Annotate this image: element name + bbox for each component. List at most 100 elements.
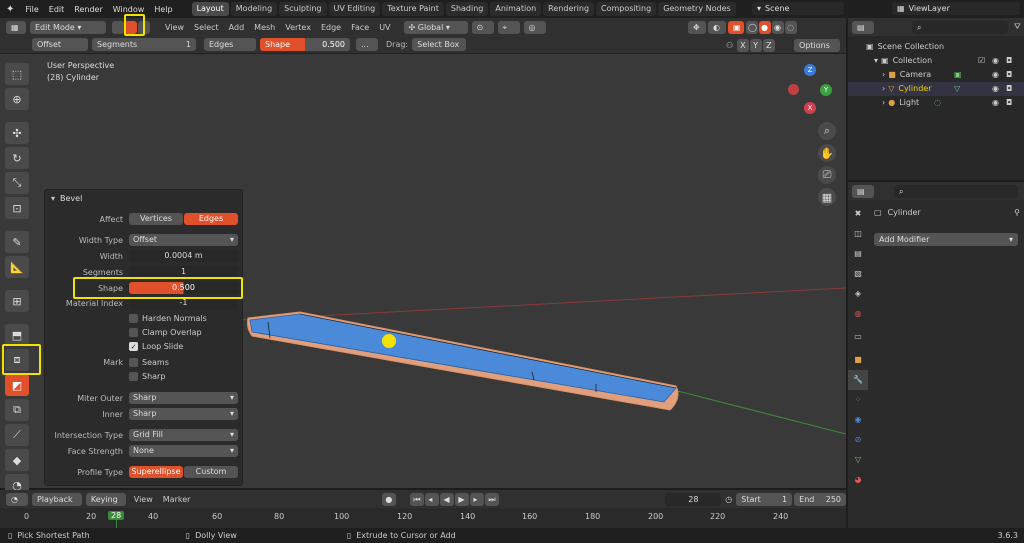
zoom-icon[interactable]: ⌕ [818,122,836,140]
expand-icon[interactable]: › [882,96,885,110]
cursor-tool-icon[interactable]: ⊕ [5,88,29,110]
profile-custom-button[interactable]: Custom [184,466,238,478]
tool-tab-icon[interactable]: ✖ [848,204,868,224]
current-frame-marker[interactable]: 28 [108,511,125,520]
axis-x-toggle[interactable]: X [737,39,750,52]
timeline-editor-type[interactable]: ◔ [6,492,28,506]
expand-icon[interactable]: › [882,82,885,96]
affect-edges-button[interactable]: Edges [184,213,238,225]
play-reverse-icon[interactable]: ◀ [440,492,455,506]
properties-editor-type[interactable]: ▤ [852,184,874,198]
solid-shading[interactable]: ● [759,21,771,34]
pin-icon[interactable]: ⚲ [1014,208,1020,217]
current-frame-field[interactable]: 28 [665,492,722,506]
menu-uv[interactable]: UV [374,23,395,32]
outliner-editor-type[interactable]: ▤ [852,20,874,34]
seams-checkbox[interactable]: Seams [129,358,169,367]
tab-uv-editing[interactable]: UV Editing [328,2,381,16]
rendered-shading[interactable]: ◌ [785,21,797,34]
inset-tool-icon[interactable]: ⧈ [5,349,29,371]
menu-edge[interactable]: Edge [316,23,346,32]
offset-type-dropdown[interactable]: Offset [32,38,88,51]
add-cube-tool-icon[interactable]: ⊞ [5,290,29,312]
eye-icon[interactable]: ◉ [992,82,999,96]
gizmo-y-axis[interactable]: X [804,102,816,114]
menu-help[interactable]: Help [149,5,177,14]
tab-animation[interactable]: Animation [490,2,542,16]
outliner-item-light[interactable]: › ● Light ◌ ◉ ◘ [848,96,1024,110]
clamp-overlap-checkbox[interactable]: Clamp Overlap [129,328,202,337]
object-tab-icon[interactable]: ■ [848,350,868,370]
knife-tool-icon[interactable]: ⟋ [5,424,29,446]
mode-dropdown[interactable]: Edit Mode ▾ [30,20,106,34]
playback-dropdown[interactable]: Playback [31,492,82,506]
outliner-search-input[interactable]: ⌕ [912,20,1008,34]
output-tab-icon[interactable]: ▤ [848,244,868,264]
camera-icon[interactable]: ◘ [1006,82,1012,96]
menu-add[interactable]: Add [224,23,250,32]
end-frame-field[interactable]: End 250 [794,492,847,506]
camera-view-icon[interactable]: ⎚ [818,166,836,184]
transform-orientation-dropdown[interactable]: ✣ Global ▾ [403,20,468,34]
more-options-button[interactable]: ... [356,38,378,51]
blender-logo-icon[interactable]: ✦ [6,4,14,15]
transform-tool-icon[interactable]: ⊡ [5,197,29,219]
play-icon[interactable]: ▶ [455,492,470,506]
menu-view[interactable]: View [160,23,189,32]
viewlayer-selector[interactable]: ▦ ViewLayer [892,2,1020,15]
loop-slide-checkbox[interactable]: ✓ Loop Slide [129,342,183,351]
miter-outer-dropdown[interactable]: Sharp ▾ [129,392,238,404]
constraints-tab-icon[interactable]: ⊘ [848,430,868,450]
tab-geometry-nodes[interactable]: Geometry Nodes [658,2,736,16]
eye-icon[interactable]: ◉ [992,68,999,82]
annotate-tool-icon[interactable]: ✎ [5,231,29,253]
tab-compositing[interactable]: Compositing [596,2,657,16]
intersection-type-dropdown[interactable]: Grid Fill ▾ [129,429,238,441]
menu-window[interactable]: Window [108,5,150,14]
add-modifier-dropdown[interactable]: Add Modifier ▾ [874,233,1018,246]
eye-icon[interactable]: ◉ [992,96,999,110]
bevel-tool-icon[interactable]: ◩ [5,374,29,396]
modifier-tab-icon[interactable]: 🔧 [848,370,868,390]
navigation-gizmo[interactable]: Z Y X [784,64,836,116]
poly-build-tool-icon[interactable]: ◆ [5,449,29,471]
properties-search-input[interactable]: ⌕ [894,184,1018,198]
collection-tab-icon[interactable]: ▭ [848,324,868,350]
extrude-tool-icon[interactable]: ⬒ [5,324,29,346]
gizmo-z-axis[interactable]: Z [804,64,816,76]
view-layer-tab-icon[interactable]: ▧ [848,264,868,284]
editor-type-button[interactable]: ▦ [6,20,26,34]
prev-keyframe-icon[interactable]: ◂ [425,492,440,506]
scene-collection-row[interactable]: ▣ Scene Collection [848,40,1024,54]
grid-icon[interactable]: ▦ [818,188,836,206]
timeline-menu-view[interactable]: View [134,495,153,504]
eye-icon[interactable]: ◉ [992,54,999,68]
sharp-checkbox[interactable]: Sharp [129,372,165,381]
menu-face[interactable]: Face [346,23,374,32]
pivot-dropdown[interactable]: ⊙ [471,20,494,34]
measure-tool-icon[interactable]: 📐 [5,256,29,278]
scene-tab-icon[interactable]: ◈ [848,284,868,304]
wireframe-shading[interactable]: ◯ [746,21,758,34]
jump-end-icon[interactable]: ⏭ [485,492,500,506]
material-index-field[interactable]: -1 [129,297,238,309]
axis-z-toggle[interactable]: Z [763,39,776,52]
menu-edit[interactable]: Edit [44,5,70,14]
record-button[interactable]: ● [382,492,397,506]
edge-select-button[interactable] [125,20,137,34]
camera-icon[interactable]: ◘ [1006,96,1012,110]
tab-shading[interactable]: Shading [445,2,489,16]
scale-tool-icon[interactable]: ⤡ [5,172,29,194]
world-tab-icon[interactable]: ◍ [848,304,868,324]
checkbox-icon[interactable]: ☑ [978,54,985,68]
menu-render[interactable]: Render [69,5,107,14]
keying-dropdown[interactable]: Keying [85,492,126,506]
shape-slider[interactable]: 0.500 [129,282,238,294]
collapse-chevron-icon[interactable]: ▾ [51,194,55,203]
outliner-item-cylinder[interactable]: › ▽ Cylinder ▽ ◉ ◘ [848,82,1024,96]
render-tab-icon[interactable]: ◫ [848,224,868,244]
start-frame-field[interactable]: Start 1 [736,492,793,506]
gizmo-x-axis[interactable]: Y [820,84,832,96]
tab-sculpting[interactable]: Sculpting [279,2,327,16]
width-field[interactable]: 0.0004 m [129,250,238,262]
